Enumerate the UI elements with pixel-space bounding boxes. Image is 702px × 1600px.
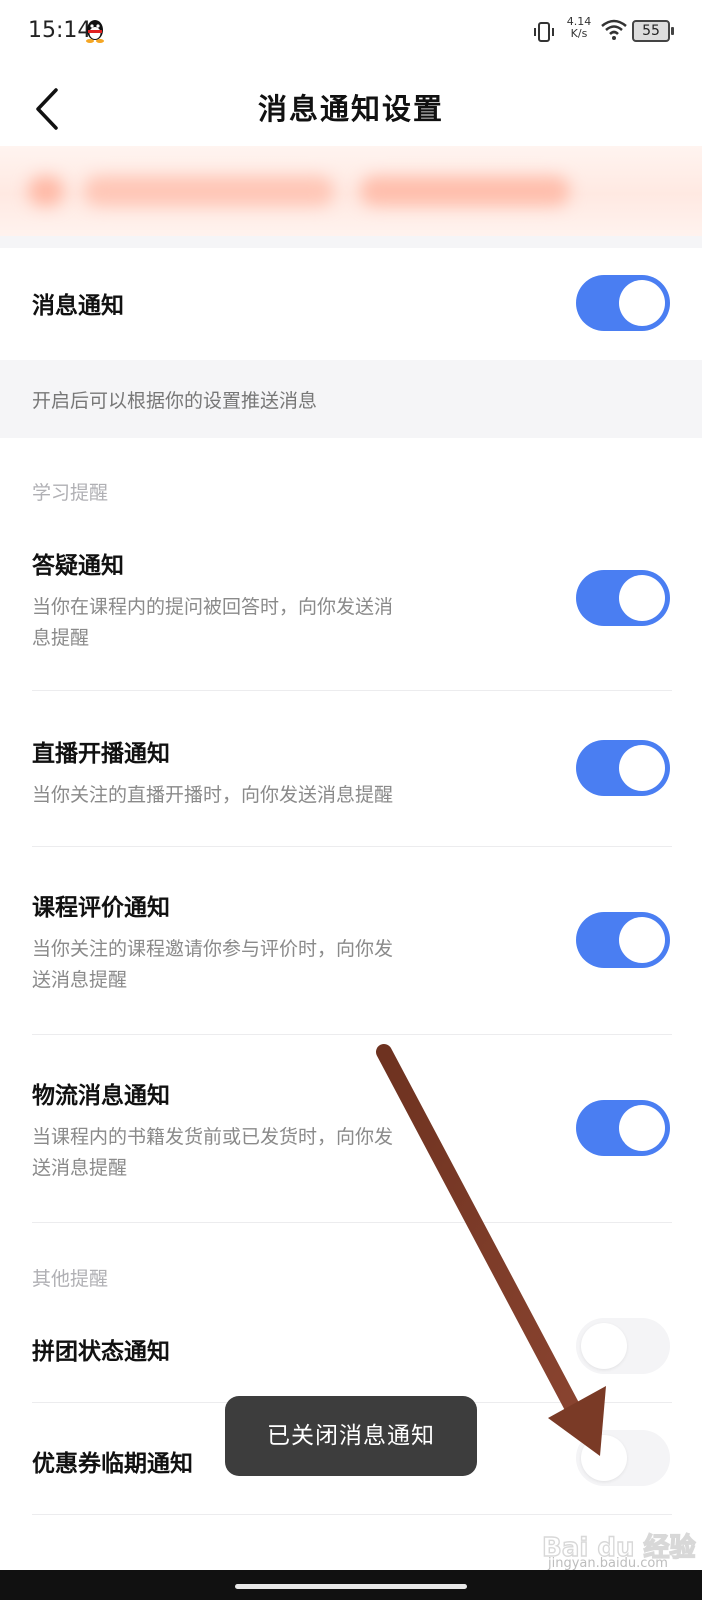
hint-text: 开启后可以根据你的设置推送消息: [32, 390, 318, 412]
setting-description-line: 当你关注的课程邀请你参与评价时，向你发: [32, 938, 394, 960]
setting-row-qa: 答疑通知 当你在课程内的提问被回答时，向你发送消 息提醒: [0, 534, 702, 684]
blurred-banner: [0, 146, 702, 242]
page-title: 消息通知设置: [257, 92, 444, 126]
setting-title: 物流消息通知: [32, 1083, 170, 1109]
logistics-notification-toggle[interactable]: [576, 1100, 670, 1156]
main-notification-toggle[interactable]: [576, 275, 670, 331]
section-spacer: [0, 236, 702, 248]
toggle-knob: [581, 1323, 627, 1369]
toggle-knob: [619, 1105, 665, 1151]
toggle-knob: [581, 1435, 627, 1481]
status-time: 15:14: [28, 18, 92, 43]
divider: [32, 1222, 672, 1223]
setting-description: 当你关注的直播开播时，向你发送消息提醒: [32, 780, 552, 811]
divider: [32, 1514, 672, 1515]
divider: [32, 846, 672, 847]
divider: [32, 690, 672, 691]
setting-description-line: 送消息提醒: [32, 1157, 128, 1179]
setting-row-live: 直播开播通知 当你关注的直播开播时，向你发送消息提醒: [0, 722, 702, 842]
setting-description-line: 当课程内的书籍发货前或已发货时，向你发: [32, 1126, 394, 1148]
main-toggle-label: 消息通知: [32, 293, 124, 319]
group-label-other: 其他提醒: [32, 1268, 109, 1290]
setting-description-line: 送消息提醒: [32, 969, 128, 991]
divider: [32, 1034, 672, 1035]
setting-row-logistics: 物流消息通知 当课程内的书籍发货前或已发货时，向你发 送消息提醒: [0, 1064, 702, 1214]
live-notification-toggle[interactable]: [576, 740, 670, 796]
setting-title: 答疑通知: [32, 553, 124, 579]
wifi-icon: [601, 19, 627, 40]
group-buy-notification-toggle[interactable]: [576, 1318, 670, 1374]
home-indicator[interactable]: [235, 1584, 467, 1589]
toggle-knob: [619, 575, 665, 621]
watermark-url: jingyan.baidu.com: [548, 1556, 668, 1571]
network-speed: 4.14 K/s: [564, 16, 594, 40]
setting-title: 直播开播通知: [32, 741, 170, 767]
review-notification-toggle[interactable]: [576, 912, 670, 968]
coupon-expiry-notification-toggle[interactable]: [576, 1430, 670, 1486]
setting-description: 当课程内的书籍发货前或已发货时，向你发 送消息提醒: [32, 1122, 482, 1184]
setting-description-line: 当你在课程内的提问被回答时，向你发送消: [32, 596, 394, 618]
setting-description-line: 息提醒: [32, 627, 90, 649]
toggle-knob: [619, 745, 665, 791]
status-bar: 15:14 4.14 K/s 55: [0, 0, 702, 62]
coupon-expiry-title: 优惠券临期通知: [32, 1451, 193, 1477]
battery-indicator: 55: [632, 20, 674, 42]
toast-message: 已关闭消息通知: [225, 1396, 477, 1476]
toggle-knob: [619, 280, 665, 326]
qq-icon: [86, 20, 104, 43]
qa-notification-toggle[interactable]: [576, 570, 670, 626]
setting-description: 当你在课程内的提问被回答时，向你发送消 息提醒: [32, 592, 482, 654]
setting-description: 当你关注的课程邀请你参与评价时，向你发 送消息提醒: [32, 934, 482, 996]
network-speed-unit: K/s: [570, 27, 588, 40]
toggle-knob: [619, 917, 665, 963]
setting-row-review: 课程评价通知 当你关注的课程邀请你参与评价时，向你发 送消息提醒: [0, 876, 702, 1026]
group-label-study: 学习提醒: [32, 482, 109, 504]
setting-description-line: 当你关注的直播开播时，向你发送消息提醒: [32, 784, 394, 806]
hint-bar: 开启后可以根据你的设置推送消息: [0, 360, 702, 438]
setting-title: 课程评价通知: [32, 895, 170, 921]
vibrate-icon: [534, 22, 554, 42]
group-buy-title: 拼团状态通知: [32, 1339, 170, 1365]
